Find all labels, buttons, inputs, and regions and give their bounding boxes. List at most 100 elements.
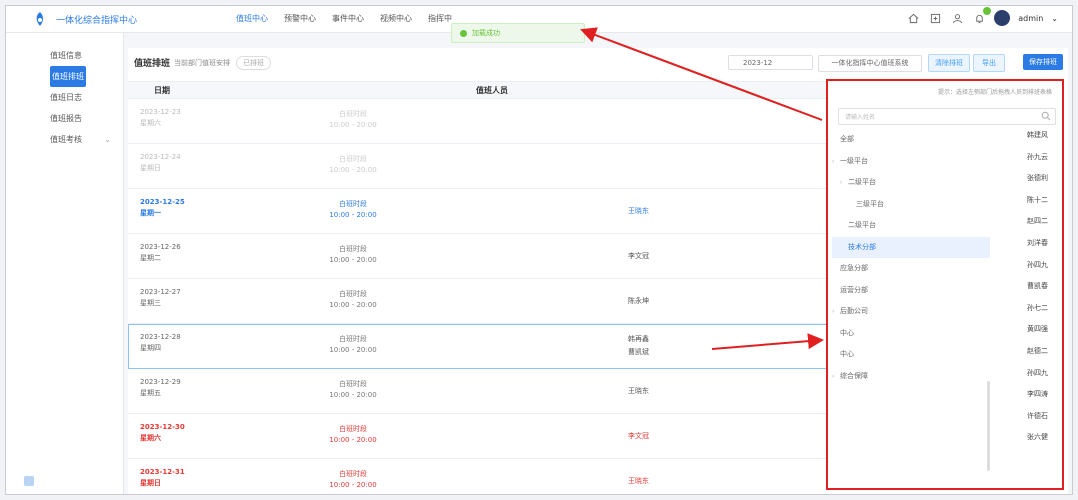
tree-node[interactable]: 全部 bbox=[832, 129, 990, 151]
column-staff: 值班人员 bbox=[476, 86, 508, 95]
table-row[interactable]: 2023-12-29 星期五 白班时段 10:00 - 20:00 王晓东 bbox=[128, 369, 828, 414]
table-row[interactable]: 2023-12-30 星期六 白班时段 10:00 - 20:00 李文冠 bbox=[128, 414, 828, 459]
org-select[interactable]: 一体化指挥中心值班系统 bbox=[818, 55, 922, 72]
staff-item[interactable]: 韩建风 bbox=[1012, 125, 1048, 147]
staff-item[interactable]: 黄四强 bbox=[1012, 319, 1048, 341]
staff-search-input[interactable]: 请输入姓名 bbox=[838, 108, 1056, 125]
panel-tip: 提示：选择左侧部门后拖拽人员到排班表格 bbox=[937, 89, 1052, 96]
staff-tag[interactable]: 曹凯斌 bbox=[628, 347, 649, 358]
chevron-right-icon[interactable]: › bbox=[832, 366, 834, 388]
home-icon[interactable] bbox=[906, 11, 920, 25]
sidebar-item[interactable]: 值班排班 bbox=[50, 66, 86, 87]
sidebar-item-label: 值班日志 bbox=[50, 93, 82, 102]
username[interactable]: admin bbox=[1018, 14, 1043, 23]
chevron-right-icon[interactable]: › bbox=[832, 151, 834, 173]
column-date: 日期 bbox=[154, 86, 170, 95]
staff-tag[interactable]: 李文冠 bbox=[628, 431, 649, 442]
export-button[interactable]: 导出 bbox=[973, 54, 1005, 72]
table-row[interactable]: 2023-12-23 星期六 白班时段 10:00 - 20:00 bbox=[128, 99, 828, 144]
table-row[interactable]: 2023-12-26 星期二 白班时段 10:00 - 20:00 李文冠 bbox=[128, 234, 828, 279]
date-text: 2023-12-26 bbox=[140, 243, 181, 251]
shift-name: 白班时段 bbox=[339, 110, 367, 118]
logo-icon bbox=[36, 12, 43, 26]
staff-item[interactable]: 赵德二 bbox=[1012, 341, 1048, 363]
sidebar-item[interactable]: 值班考核 ⌄ bbox=[6, 129, 123, 150]
table-row[interactable]: 2023-12-28 星期四 白班时段 10:00 - 20:00 韩再鑫 曹凯斌 bbox=[128, 324, 828, 369]
chevron-down-icon[interactable]: ⌄ bbox=[1051, 14, 1058, 23]
staff-item[interactable]: 陈十二 bbox=[1012, 190, 1048, 212]
row-date: 2023-12-27 星期三 bbox=[140, 287, 181, 309]
shift-time: 10:00 - 20:00 bbox=[329, 211, 377, 219]
nav-item[interactable]: 事件中心 bbox=[324, 6, 372, 32]
sidebar-item[interactable]: 值班信息 bbox=[6, 45, 123, 66]
search-icon[interactable] bbox=[1041, 111, 1051, 121]
staff-picker-panel: 提示：选择左侧部门后拖拽人员到排班表格 请输入姓名 全部 › 一级平台 › 二级平台 三级… bbox=[826, 79, 1064, 490]
tree-node[interactable]: › 综合保障 bbox=[832, 366, 990, 388]
sidebar-item[interactable]: 值班报告 bbox=[6, 108, 123, 129]
tree-scrollbar[interactable] bbox=[987, 381, 990, 471]
tree-node[interactable]: 技术分部 bbox=[832, 236, 990, 258]
collapse-icon[interactable] bbox=[24, 476, 34, 486]
row-date: 2023-12-24 星期日 bbox=[140, 152, 181, 174]
schedule-table: 日期 值班人员 2023-12-23 星期六 白班时段 10:00 - 20:00 20… bbox=[128, 81, 828, 494]
staff-item[interactable]: 孙七二 bbox=[1012, 298, 1048, 320]
weekday-text: 星期四 bbox=[140, 344, 161, 352]
tree-node[interactable]: 运营分部 bbox=[832, 280, 990, 302]
nav-item[interactable]: 视频中心 bbox=[372, 6, 420, 32]
row-date: 2023-12-23 星期六 bbox=[140, 107, 181, 129]
staff-tag[interactable]: 陈永坤 bbox=[628, 296, 649, 307]
notification-icon[interactable] bbox=[972, 7, 992, 25]
staff-item[interactable]: 张德利 bbox=[1012, 168, 1048, 190]
sidebar-item-label: 值班信息 bbox=[50, 51, 82, 60]
staff-item[interactable]: 曹凯春 bbox=[1012, 276, 1048, 298]
table-row[interactable]: 2023-12-24 星期日 白班时段 10:00 - 20:00 bbox=[128, 144, 828, 189]
staff-item[interactable]: 张六健 bbox=[1012, 427, 1048, 449]
tree-node[interactable]: 中心 bbox=[832, 344, 990, 366]
shift-name: 白班时段 bbox=[339, 380, 367, 388]
date-text: 2023-12-30 bbox=[140, 423, 185, 431]
row-date: 2023-12-28 星期四 bbox=[140, 332, 181, 354]
tree-node[interactable]: 中心 bbox=[832, 323, 990, 345]
table-row[interactable]: 2023-12-25 星期一 白班时段 10:00 - 20:00 王晓东 bbox=[128, 189, 828, 234]
tree-node-label: 一级平台 bbox=[840, 156, 868, 165]
nav-item[interactable]: 值班中心 bbox=[228, 6, 276, 32]
tree-node-label: 二级平台 bbox=[848, 178, 876, 186]
table-row[interactable]: 2023-12-31 星期日 白班时段 10:00 - 20:00 王晓东 bbox=[128, 459, 828, 494]
shift-name: 白班时段 bbox=[339, 290, 367, 298]
staff-item[interactable]: 刘洋春 bbox=[1012, 233, 1048, 255]
table-row[interactable]: 2023-12-27 星期三 白班时段 10:00 - 20:00 陈永坤 bbox=[128, 279, 828, 324]
staff-item[interactable]: 孙九云 bbox=[1012, 147, 1048, 169]
staff-item[interactable]: 赵四二 bbox=[1012, 211, 1048, 233]
staff-tag[interactable]: 王晓东 bbox=[628, 206, 649, 217]
staff-tag[interactable]: 王晓东 bbox=[628, 476, 649, 487]
avatar[interactable] bbox=[994, 10, 1011, 26]
shift-time: 10:00 - 20:00 bbox=[329, 256, 377, 264]
sidebar-item[interactable]: 值班日志 bbox=[6, 87, 123, 108]
staff-item[interactable]: 李四涛 bbox=[1012, 384, 1048, 406]
date-text: 2023-12-28 bbox=[140, 333, 181, 341]
tree-node[interactable]: › 后勤公司 bbox=[832, 301, 990, 323]
nav-item[interactable]: 预警中心 bbox=[276, 6, 324, 32]
tree-node[interactable]: › 二级平台 bbox=[832, 172, 990, 194]
staff-tag[interactable]: 韩再鑫 bbox=[628, 334, 649, 345]
tree-node[interactable]: › 一级平台 bbox=[832, 151, 990, 173]
month-picker[interactable]: 2023-12 bbox=[728, 55, 813, 70]
chevron-right-icon[interactable]: › bbox=[832, 301, 834, 323]
screen-icon[interactable] bbox=[928, 11, 942, 25]
chevron-right-icon[interactable]: › bbox=[840, 172, 842, 194]
staff-tag[interactable]: 李文冠 bbox=[628, 251, 649, 262]
staff-item[interactable]: 孙四九 bbox=[1012, 255, 1048, 277]
staff-item[interactable]: 许德石 bbox=[1012, 406, 1048, 428]
tree-node[interactable]: 应急分部 bbox=[832, 258, 990, 280]
staff-tag[interactable]: 王晓东 bbox=[628, 386, 649, 397]
staff-item[interactable]: 孙四九 bbox=[1012, 363, 1048, 385]
save-schedule-button[interactable]: 保存排班 bbox=[1023, 54, 1063, 70]
clear-schedule-button[interactable]: 清除排班 bbox=[928, 54, 970, 72]
tree-node[interactable]: 三级平台 bbox=[832, 194, 990, 216]
shift-time: 10:00 - 20:00 bbox=[329, 166, 377, 174]
sidebar-item-label: 值班考核 bbox=[50, 135, 82, 144]
tree-node-label: 三级平台 bbox=[856, 199, 884, 208]
tree-node[interactable]: 二级平台 bbox=[832, 215, 990, 237]
weekday-text: 星期三 bbox=[140, 299, 161, 307]
user-icon[interactable] bbox=[950, 11, 964, 25]
